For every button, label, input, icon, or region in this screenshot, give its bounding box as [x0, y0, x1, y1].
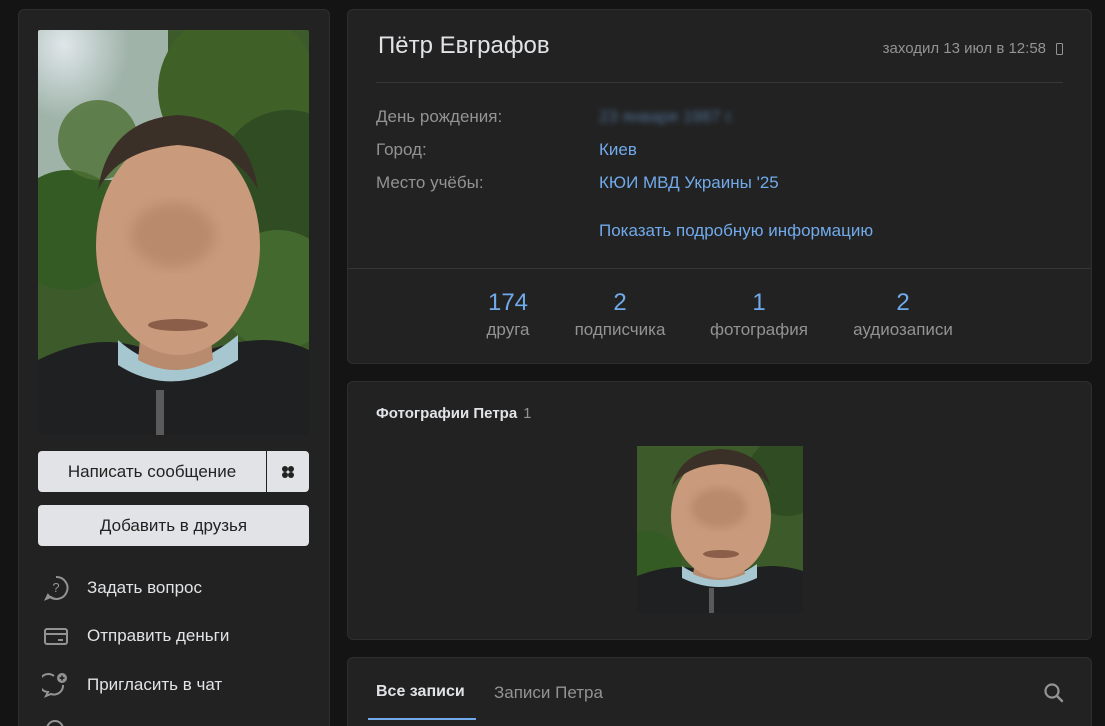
counter-label: друга	[486, 320, 530, 339]
counter-number: 2	[613, 289, 627, 316]
counter-label: аудиозаписи	[853, 320, 953, 339]
invite-to-chat-action[interactable]: Пригласить в чат	[41, 670, 311, 700]
profile-name: Пётр Евграфов	[378, 32, 550, 59]
action-label: Отправить деньги	[87, 626, 230, 645]
divider	[376, 82, 1063, 83]
counter-number: 1	[752, 289, 766, 316]
info-key: Город:	[376, 140, 427, 159]
info-row-education: Место учёбы: КЮИ МВД Украины '25	[376, 173, 779, 193]
gift-icon	[282, 465, 294, 478]
search-icon	[41, 715, 71, 726]
profile-avatar[interactable]	[38, 30, 309, 435]
counter-number: 2	[896, 289, 910, 316]
last-seen-status: заходил 13 июл в 12:58	[883, 40, 1063, 57]
info-value[interactable]: 23 января 1987 г.	[599, 107, 734, 127]
gift-button[interactable]	[267, 451, 309, 492]
info-value[interactable]: Киев	[599, 140, 637, 160]
wall-search-button[interactable]	[1043, 682, 1065, 704]
counter-label: подписчика	[574, 320, 666, 339]
info-row-city: Город: Киев	[376, 140, 637, 160]
wall-card: Все записи Записи Петра	[347, 657, 1092, 726]
counter-number: 174	[487, 289, 529, 316]
money-card-icon	[41, 621, 71, 651]
info-key: День рождения:	[376, 107, 503, 126]
write-message-button[interactable]: Написать сообщение	[38, 451, 266, 492]
chat-invite-icon	[41, 670, 71, 700]
action-label: Задать вопрос	[87, 578, 202, 597]
ask-question-action[interactable]: ? Задать вопрос	[41, 573, 311, 603]
photos-card: Фотографии Петра 1	[347, 381, 1092, 640]
photos-title: Фотографии Петра	[376, 405, 518, 422]
show-more-info-link[interactable]: Показать подробную информацию	[599, 221, 873, 241]
counter-photos[interactable]: 1 фотография	[702, 288, 816, 342]
info-value[interactable]: КЮИ МВД Украины '25	[599, 173, 779, 193]
info-key: Место учёбы:	[376, 173, 484, 192]
search-icon	[1044, 683, 1064, 703]
counter-audio[interactable]: 2 аудиозаписи	[841, 288, 965, 342]
photos-header[interactable]: Фотографии Петра 1	[376, 405, 532, 422]
counter-followers[interactable]: 2 подписчика	[564, 288, 676, 342]
add-friend-button[interactable]: Добавить в друзья	[38, 505, 309, 546]
counter-friends[interactable]: 174 друга	[466, 288, 550, 342]
divider	[348, 268, 1091, 269]
info-row-birthday: День рождения: 23 января 1987 г.	[376, 107, 734, 127]
photo-image	[637, 446, 803, 613]
tab-petr-posts[interactable]: Записи Петра	[494, 683, 603, 703]
counters-row: 174 друга 2 подписчика 1 фотография 2 ау…	[348, 288, 1093, 348]
photo-thumbnail[interactable]	[637, 446, 803, 613]
left-column-card: Написать сообщение Добавить в друзья ? З…	[18, 9, 330, 726]
svg-text:?: ?	[52, 580, 59, 595]
send-money-action[interactable]: Отправить деньги	[41, 621, 311, 651]
avatar-photo	[38, 30, 309, 435]
mobile-phone-icon	[1056, 42, 1063, 55]
question-icon: ?	[41, 573, 71, 603]
counter-label: фотография	[710, 320, 808, 339]
active-tab-indicator	[368, 718, 476, 720]
photos-count: 1	[523, 405, 532, 422]
last-seen-text: заходил 13 июл в 12:58	[882, 40, 1046, 57]
tab-all-posts[interactable]: Все записи	[376, 683, 465, 701]
more-action[interactable]	[41, 715, 311, 726]
profile-info-card: Пётр Евграфов заходил 13 июл в 12:58 Ден…	[347, 9, 1092, 364]
action-label: Пригласить в чат	[87, 675, 223, 694]
